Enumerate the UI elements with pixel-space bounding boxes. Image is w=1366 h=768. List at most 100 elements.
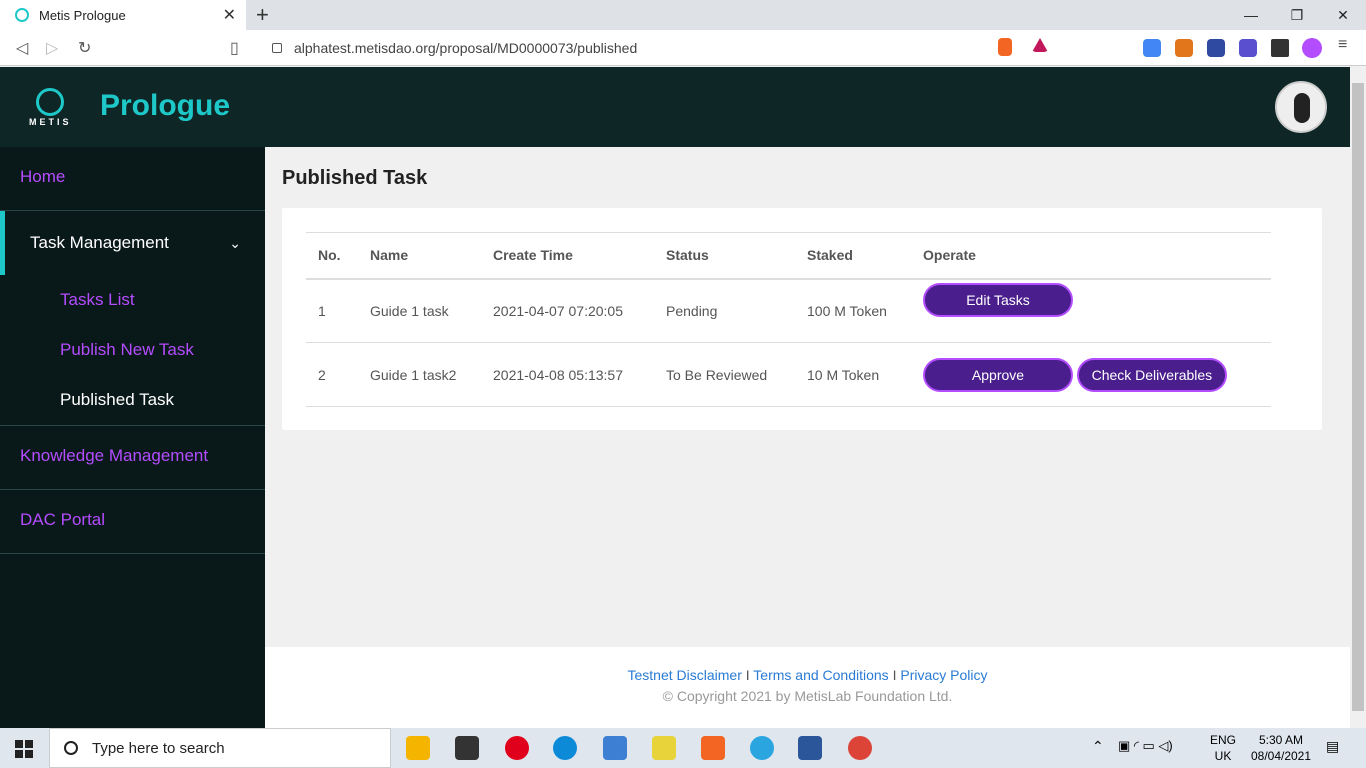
url-text: alphatest.metisdao.org/proposal/MD000007…: [294, 40, 638, 56]
approve-button[interactable]: Approve: [923, 357, 1073, 392]
close-window-icon[interactable]: ✕: [1320, 0, 1366, 30]
cell-status: Pending: [654, 278, 795, 343]
link-separator: I: [892, 667, 897, 683]
cell-create-time: 2021-04-07 07:20:05: [481, 278, 654, 343]
bookmark-icon[interactable]: ▯: [230, 38, 239, 58]
search-icon: [64, 741, 78, 755]
url-field[interactable]: alphatest.metisdao.org/proposal/MD000007…: [262, 34, 1058, 62]
column-header-staked: Staked: [795, 232, 911, 280]
brand-title[interactable]: Prologue: [100, 89, 230, 123]
sidebar-item-label: Task Management: [30, 233, 169, 252]
column-header-no: No.: [306, 232, 358, 280]
windows-taskbar: Type here to search ⌃ ▣ ◜ ▭ ◁) ENG UK 5:…: [0, 728, 1366, 768]
cell-operate: Edit Tasks Statement: [911, 278, 1271, 343]
address-bar: ◁ ▷ ↻ ▯ alphatest.metisdao.org/proposal/…: [0, 30, 1366, 66]
table-header-row: No. Name Create Time Status Staked Opera…: [306, 232, 1271, 280]
tray-chevron-up-icon[interactable]: ⌃: [1092, 738, 1104, 755]
table-row: 2 Guide 1 task2 2021-04-08 05:13:57 To B…: [306, 342, 1271, 407]
browser-tabbar: Metis Prologue ✕ + — ❐ ✕: [0, 0, 1366, 30]
app: METIS Prologue Home Task Management ⌄ Ta…: [0, 67, 1350, 728]
time: 5:30 AM: [1258, 733, 1304, 747]
cell-status: To Be Reviewed: [654, 342, 795, 407]
menu-icon[interactable]: ≡: [1338, 36, 1347, 54]
mail-icon[interactable]: [603, 736, 627, 760]
sidebar: Home Task Management ⌄ Tasks List Publis…: [0, 147, 265, 728]
edge-icon[interactable]: [553, 736, 577, 760]
table-row: 1 Guide 1 task 2021-04-07 07:20:05 Pendi…: [306, 278, 1271, 343]
brave-shield-icon[interactable]: [998, 38, 1012, 56]
tab-title: Metis Prologue: [39, 7, 126, 23]
testnet-disclaimer-link[interactable]: Testnet Disclaimer: [627, 667, 741, 683]
browser-tab[interactable]: Metis Prologue ✕: [0, 0, 246, 30]
cell-staked: 100 M Token: [795, 278, 911, 343]
restore-icon[interactable]: ❐: [1274, 0, 1320, 30]
cell-name: Guide 1 task2: [358, 342, 481, 407]
tray-icons[interactable]: ▣ ◜ ▭ ◁): [1118, 738, 1173, 754]
chrome-icon[interactable]: [848, 736, 872, 760]
logo-text: METIS: [29, 117, 72, 127]
sidebar-item-home[interactable]: Home: [0, 147, 265, 211]
date: 08/04/2021: [1250, 749, 1312, 763]
translate-extension-icon[interactable]: [1143, 39, 1161, 57]
store-icon[interactable]: [455, 736, 479, 760]
column-header-operate: Operate: [911, 232, 1271, 280]
sidebar-item-task-management[interactable]: Task Management ⌄: [0, 211, 265, 275]
privacy-link[interactable]: Privacy Policy: [900, 667, 987, 683]
top-navbar: METIS Prologue: [0, 67, 1350, 147]
search-placeholder: Type here to search: [92, 739, 225, 757]
back-icon[interactable]: ◁: [16, 38, 28, 58]
cell-no: 2: [306, 342, 358, 407]
language-indicator[interactable]: ENG UK: [1210, 732, 1236, 764]
k-extension-icon[interactable]: [1239, 39, 1257, 57]
minimize-icon[interactable]: —: [1228, 0, 1274, 30]
terms-link[interactable]: Terms and Conditions: [753, 667, 888, 683]
sidebar-group-task-management: Task Management ⌄ Tasks List Publish New…: [0, 211, 265, 426]
extensions-puzzle-icon[interactable]: [1271, 39, 1289, 57]
telegram-icon[interactable]: [750, 736, 774, 760]
scrollbar-thumb[interactable]: [1352, 83, 1364, 711]
metis-logo-icon[interactable]: [36, 88, 64, 116]
sidebar-item-publish-new-task[interactable]: Publish New Task: [0, 325, 265, 375]
cell-operate: Approve Check Deliverables: [911, 342, 1271, 407]
column-header-name: Name: [358, 232, 481, 280]
chevron-down-icon: ⌄: [229, 235, 241, 251]
metis-favicon-icon: [15, 8, 29, 22]
copyright: © Copyright 2021 by MetisLab Foundation …: [662, 688, 953, 704]
lock-icon: [272, 43, 282, 53]
check-deliverables-button[interactable]: Check Deliverables: [1076, 357, 1227, 392]
sidebar-item-tasks-list[interactable]: Tasks List: [0, 275, 265, 325]
taskbar-search[interactable]: Type here to search: [49, 728, 391, 768]
close-tab-icon[interactable]: ✕: [223, 5, 236, 25]
cell-create-time: 2021-04-08 05:13:57: [481, 342, 654, 407]
windows-start-icon[interactable]: [15, 740, 33, 758]
footer: Testnet Disclaimer I Terms and Condition…: [265, 647, 1350, 728]
profile-icon[interactable]: [1302, 38, 1322, 58]
sidebar-item-published-task[interactable]: Published Task: [0, 375, 265, 425]
app-icon[interactable]: [652, 736, 676, 760]
lang-code: ENG: [1210, 733, 1237, 747]
tasks-card: No. Name Create Time Status Staked Opera…: [282, 208, 1322, 430]
notification-icon[interactable]: ▤: [1326, 738, 1339, 755]
avatar[interactable]: [1275, 81, 1327, 133]
column-header-status: Status: [654, 232, 795, 280]
tasks-table: No. Name Create Time Status Staked Opera…: [306, 232, 1271, 407]
brave-icon[interactable]: [701, 736, 725, 760]
word-icon[interactable]: [798, 736, 822, 760]
sidebar-item-dac-portal[interactable]: DAC Portal: [0, 490, 265, 554]
clock[interactable]: 5:30 AM 08/04/2021: [1248, 732, 1314, 764]
new-tab-icon[interactable]: +: [256, 4, 269, 26]
cell-no: 1: [306, 278, 358, 343]
scrollbar[interactable]: [1350, 67, 1366, 728]
region-code: UK: [1214, 749, 1232, 763]
extension-icon[interactable]: [1207, 39, 1225, 57]
edit-tasks-statement-button[interactable]: Edit Tasks Statement: [923, 283, 1073, 338]
main-content: Published Task No. Name Create Time Stat…: [265, 147, 1350, 647]
reload-icon[interactable]: ↻: [78, 38, 91, 58]
page-title: Published Task: [282, 167, 428, 189]
opera-icon[interactable]: [505, 736, 529, 760]
file-explorer-icon[interactable]: [406, 736, 430, 760]
metamask-extension-icon[interactable]: [1175, 39, 1193, 57]
forward-icon[interactable]: ▷: [46, 38, 58, 58]
cell-staked: 10 M Token: [795, 342, 911, 407]
sidebar-item-knowledge-management[interactable]: Knowledge Management: [0, 426, 265, 490]
